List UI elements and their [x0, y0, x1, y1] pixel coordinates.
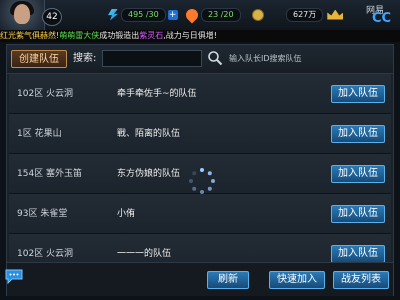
team-server: 102区 火云洞	[17, 249, 74, 259]
team-list-panel: 创建队伍 搜索: 输入队长ID搜索队伍 102区 火云洞 牵手牵佐手~的队伍 加…	[6, 44, 394, 296]
join-team-button[interactable]: 加入队伍	[331, 245, 385, 262]
gold-stat: 627万	[286, 6, 346, 24]
stamina-value: 23 /20	[208, 9, 234, 19]
fire-icon	[183, 6, 201, 23]
netease-cc-logo: 网易 CC	[366, 3, 396, 27]
join-team-button[interactable]: 加入队伍	[331, 85, 385, 103]
marquee-text-1: 红光紫气俱赫然!	[0, 31, 60, 40]
chat-icon[interactable]	[4, 268, 24, 284]
search-icon[interactable]	[207, 50, 223, 66]
energy-value: 495 /30	[128, 9, 159, 19]
gold-value: 627万	[286, 7, 324, 22]
player-level-badge: 42	[42, 8, 62, 26]
coin-stat	[252, 6, 267, 24]
refresh-button[interactable]: 刷新	[207, 271, 249, 289]
quick-join-button[interactable]: 快速加入	[269, 271, 325, 289]
marquee-item-name: 紫灵石	[139, 31, 164, 40]
avatar-face	[14, 4, 30, 24]
team-row: 102区 火云洞 牵手牵佐手~的队伍 加入队伍	[9, 74, 391, 114]
marquee-text-2: 成功锻造出	[99, 31, 140, 40]
coin-icon	[252, 8, 264, 21]
team-name: 戰、陌离的队伍	[117, 129, 181, 139]
marquee-text-3: ,战力与日俱增!	[163, 31, 217, 40]
search-hint: 输入队长ID搜索队伍	[229, 54, 302, 63]
join-team-button[interactable]: 加入队伍	[331, 165, 385, 183]
add-energy-button[interactable]: +	[167, 9, 178, 20]
announcement-marquee: 红光紫气俱赫然!萌萌雷大侠成功锻造出紫灵石,战力与日俱增!	[0, 30, 400, 42]
top-status-bar: 42 495 /30 + 23 /20 627万 网易 CC	[0, 0, 400, 31]
team-name: 小侑	[117, 209, 136, 219]
team-row: 93区 朱雀堂 小侑 加入队伍	[9, 194, 391, 234]
panel-header: 创建队伍 搜索: 输入队长ID搜索队伍	[7, 45, 393, 74]
create-team-button[interactable]: 创建队伍	[11, 50, 67, 68]
friend-list-button[interactable]: 战友列表	[333, 271, 389, 289]
team-server: 93区 朱雀堂	[17, 209, 68, 219]
team-name: 牵手牵佐手~的队伍	[117, 89, 197, 99]
energy-stat: 495 /30 +	[108, 6, 178, 24]
ingot-icon	[327, 9, 344, 20]
search-label: 搜索:	[73, 53, 97, 64]
search-input[interactable]	[102, 50, 202, 67]
marquee-player-name: 萌萌雷大侠	[59, 31, 100, 40]
team-server: 1区 花果山	[17, 129, 62, 139]
join-team-button[interactable]: 加入队伍	[331, 125, 385, 143]
team-row: 1区 花果山 戰、陌离的队伍 加入队伍	[9, 114, 391, 154]
team-name: 东方伪娘的队伍	[117, 169, 181, 179]
loading-spinner-icon	[189, 168, 215, 194]
team-name: 一一一的队伍	[117, 249, 172, 259]
logo-cc-text: CC	[372, 11, 392, 26]
join-team-button[interactable]: 加入队伍	[331, 205, 385, 223]
stamina-stat: 23 /20	[183, 6, 241, 24]
energy-icon	[108, 8, 118, 21]
team-server: 154区 塞外玉笛	[17, 169, 83, 179]
team-list[interactable]: 102区 火云洞 牵手牵佐手~的队伍 加入队伍 1区 花果山 戰、陌离的队伍 加…	[7, 74, 393, 262]
team-server: 102区 火云洞	[17, 89, 74, 99]
player-avatar[interactable]	[0, 0, 45, 30]
panel-footer: 刷新 快速加入 战友列表	[7, 262, 393, 296]
team-row: 102区 火云洞 一一一的队伍 加入队伍	[9, 234, 391, 262]
